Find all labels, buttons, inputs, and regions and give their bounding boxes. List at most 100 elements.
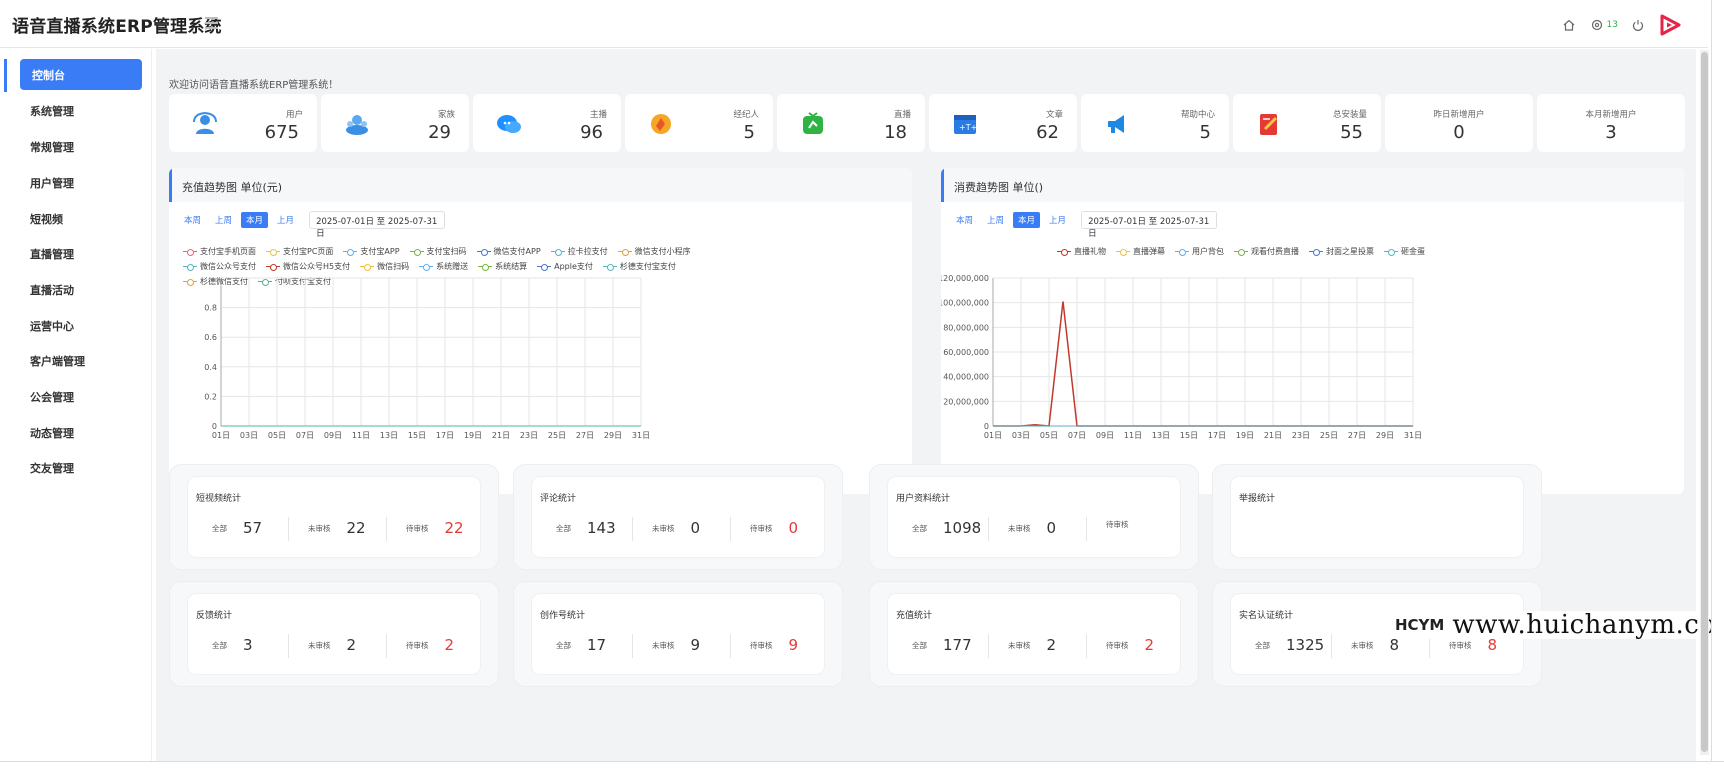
tab-last-month[interactable]: 上月 bbox=[272, 212, 299, 228]
legend-item[interactable]: 观看付费直播 bbox=[1234, 246, 1299, 257]
legend-item[interactable]: 微信公众号H5支付 bbox=[266, 261, 350, 272]
stat-card-anchors[interactable]: 主播 96 bbox=[473, 94, 621, 152]
legend-label: 微信公众号支付 bbox=[200, 262, 256, 271]
legend-item[interactable]: 支付宝扫码 bbox=[409, 246, 467, 257]
review-card-body: 充值统计 全部 177 未审核 2 待审核 2 bbox=[888, 594, 1180, 674]
legend-label: 支付宝APP bbox=[360, 247, 400, 256]
series-line bbox=[993, 301, 1413, 427]
sidebar-item-label: 交友管理 bbox=[30, 461, 74, 475]
metric-value: 177 bbox=[943, 636, 972, 654]
metric-pending: 待审核 9 bbox=[750, 636, 798, 654]
legend-item[interactable]: 微信公众号支付 bbox=[183, 261, 256, 272]
legend-item[interactable]: 杉德支付宝支付 bbox=[602, 261, 676, 272]
legend-marker-icon bbox=[343, 248, 358, 256]
legend-label: 支付宝PC页面 bbox=[283, 247, 334, 256]
legend-marker-icon bbox=[1384, 248, 1398, 256]
legend-item[interactable]: 杉德微信支付 bbox=[183, 276, 248, 287]
panel-title: 充值趋势图 单位(元) bbox=[182, 181, 283, 194]
legend-item[interactable]: 支付宝APP bbox=[343, 246, 400, 257]
sidebar-item-client[interactable]: 客户端管理 bbox=[14, 345, 142, 376]
sidebar-item-short-video[interactable]: 短视频 bbox=[14, 203, 142, 234]
tab-this-week[interactable]: 本周 bbox=[179, 212, 206, 228]
legend-item[interactable]: 支付宝手机页面 bbox=[183, 246, 256, 257]
stat-card-yesterday-new-users[interactable]: 昨日新增用户 0 bbox=[1385, 94, 1533, 152]
x-tick-label: 27日 bbox=[1348, 431, 1366, 440]
vertical-scrollbar[interactable] bbox=[1700, 50, 1709, 755]
legend-item[interactable]: 用户背包 bbox=[1175, 246, 1224, 257]
legend-item[interactable]: 微信支付APP bbox=[476, 246, 541, 257]
metric-unreviewed: 未审核 2 bbox=[1008, 636, 1056, 654]
scrollbar-thumb[interactable] bbox=[1701, 52, 1708, 752]
divider bbox=[730, 634, 731, 658]
legend-item[interactable]: 封面之星投票 bbox=[1309, 246, 1374, 257]
legend-item[interactable]: 砸金蛋 bbox=[1384, 246, 1425, 257]
legend-label: 支付宝手机页面 bbox=[200, 247, 256, 256]
metric-value: 0 bbox=[690, 519, 701, 537]
legend-marker-icon bbox=[419, 263, 434, 271]
sidebar-item-live[interactable]: 直播管理 bbox=[14, 238, 142, 269]
period-tabs: 本周 上周 本月 上月 2025-07-01日 至 2025-07-31日 bbox=[179, 211, 446, 239]
stat-card-installs[interactable]: 总安装量 55 bbox=[1233, 94, 1381, 152]
stat-label: 昨日新增用户 bbox=[1433, 110, 1485, 120]
tab-this-week[interactable]: 本周 bbox=[951, 212, 978, 228]
stat-card-help[interactable]: 帮助中心 5 bbox=[1081, 94, 1229, 152]
tab-last-week[interactable]: 上周 bbox=[210, 212, 237, 228]
menu-toggle-icon[interactable] bbox=[205, 17, 218, 29]
legend-item[interactable]: 微信支付小程序 bbox=[617, 246, 691, 257]
date-range-input[interactable]: 2025-07-01日 至 2025-07-31日 bbox=[1081, 211, 1218, 239]
legend-item[interactable]: 拉卡拉支付 bbox=[550, 246, 608, 257]
y-tick-label: 80,000,000 bbox=[943, 323, 989, 332]
sidebar-item-live-events[interactable]: 直播活动 bbox=[14, 274, 142, 305]
legend-item[interactable]: 系统赠送 bbox=[419, 261, 468, 272]
stat-card-live[interactable]: 直播 18 bbox=[777, 94, 925, 152]
stat-card-agents[interactable]: 经纪人 5 bbox=[625, 94, 773, 152]
legend-item[interactable]: 付呗支付宝支付 bbox=[258, 276, 331, 287]
tab-this-month[interactable]: 本月 bbox=[1013, 212, 1041, 228]
stat-card-family[interactable]: 家族 29 bbox=[321, 94, 469, 152]
legend-marker-icon bbox=[602, 263, 617, 271]
stat-label: 本月新增用户 bbox=[1585, 110, 1637, 120]
metric-label: 待审核 bbox=[406, 523, 429, 533]
metric-unreviewed: 未审核 22 bbox=[308, 519, 366, 537]
metric-label: 全部 bbox=[556, 640, 571, 650]
x-tick-label: 31日 bbox=[1404, 431, 1422, 440]
legend-label: 砸金蛋 bbox=[1401, 247, 1425, 256]
x-tick-label: 15日 bbox=[1180, 431, 1198, 440]
legend-item[interactable]: Apple支付 bbox=[537, 261, 593, 272]
tab-this-month[interactable]: 本月 bbox=[241, 212, 269, 228]
tab-last-month[interactable]: 上月 bbox=[1044, 212, 1071, 228]
sidebar-item-dating[interactable]: 交友管理 bbox=[14, 452, 142, 483]
sidebar-item-system[interactable]: 系统管理 bbox=[14, 95, 142, 126]
legend-item[interactable]: 支付宝PC页面 bbox=[266, 246, 333, 257]
sidebar-item-dashboard[interactable]: 控制台 bbox=[20, 59, 142, 90]
x-tick-label: 01日 bbox=[984, 431, 1002, 440]
home-icon[interactable] bbox=[1561, 17, 1577, 33]
stat-label: 直播 bbox=[893, 110, 911, 120]
stat-value: 18 bbox=[884, 122, 907, 143]
brand-logo-icon[interactable] bbox=[1658, 13, 1682, 37]
review-card-body: 举报统计 bbox=[1231, 477, 1523, 557]
y-tick-label: 0 bbox=[984, 422, 989, 431]
divider bbox=[730, 517, 731, 541]
x-tick-label: 03日 bbox=[240, 431, 258, 440]
legend-item[interactable]: 直播弹幕 bbox=[1116, 246, 1165, 257]
tab-last-week[interactable]: 上周 bbox=[982, 212, 1009, 228]
sidebar-item-guild[interactable]: 公会管理 bbox=[14, 381, 142, 412]
power-icon[interactable] bbox=[1630, 17, 1646, 33]
sidebar-item-general[interactable]: 常规管理 bbox=[14, 131, 142, 162]
stat-card-users[interactable]: 用户 675 bbox=[169, 94, 317, 152]
stat-card-articles[interactable]: +T+ 文章 62 bbox=[929, 94, 1077, 152]
legend-item[interactable]: 系统结算 bbox=[478, 261, 527, 272]
sidebar-item-users[interactable]: 用户管理 bbox=[14, 167, 142, 198]
settings-icon[interactable] bbox=[1589, 17, 1605, 33]
sidebar-item-operations[interactable]: 运营中心 bbox=[14, 310, 142, 341]
date-range-input[interactable]: 2025-07-01日 至 2025-07-31日 bbox=[309, 211, 446, 239]
stat-card-month-new-users[interactable]: 本月新增用户 3 bbox=[1537, 94, 1685, 152]
y-tick-label: 0.6 bbox=[204, 333, 217, 342]
legend-item[interactable]: 微信扫码 bbox=[360, 261, 409, 272]
legend-label: 付呗支付宝支付 bbox=[275, 277, 331, 286]
app-root: 语音直播系统ERP管理系统 13 控制台 系统管理 常规管理 用户管理 短视频 … bbox=[0, 0, 1724, 769]
sidebar-item-moments[interactable]: 动态管理 bbox=[14, 417, 142, 448]
legend-item[interactable]: 直播礼物 bbox=[1057, 246, 1106, 257]
metric-pending: 待审核 bbox=[1106, 519, 1145, 530]
